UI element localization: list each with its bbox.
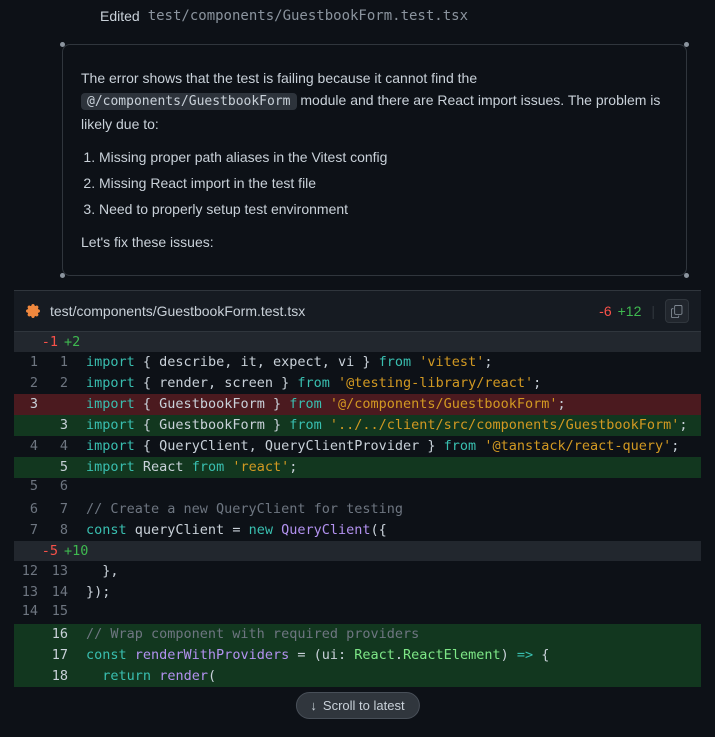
list-item: Missing proper path aliases in the Vites…: [99, 146, 668, 168]
edited-file-path: test/components/GuestbookForm.test.tsx: [148, 8, 468, 24]
diff-line-added: 16// Wrap component with required provid…: [14, 624, 701, 645]
inline-code: @/components/GuestbookForm: [81, 93, 297, 110]
copy-button[interactable]: [665, 299, 689, 323]
diff-line: 67// Create a new QueryClient for testin…: [14, 499, 701, 520]
diff-line: 22import { render, screen } from '@testi…: [14, 373, 701, 394]
divider: |: [651, 303, 655, 319]
diff-line: 56: [14, 478, 701, 499]
analysis-message: The error shows that the test is failing…: [62, 44, 687, 276]
list-item: Need to properly setup test environment: [99, 198, 668, 220]
diff-line-added: 3import { GuestbookForm } from '../../cl…: [14, 415, 701, 436]
diff-line: 44import { QueryClient, QueryClientProvi…: [14, 436, 701, 457]
hunk-header: -5 +10: [14, 541, 701, 561]
edited-label: Edited: [100, 8, 140, 24]
gear-icon: [26, 304, 40, 318]
edited-banner: Edited test/components/GuestbookForm.tes…: [100, 0, 715, 36]
diff-line: 78const queryClient = new QueryClient({: [14, 520, 701, 541]
diff-body: -1 +2 11import { describe, it, expect, v…: [14, 332, 701, 687]
arrow-down-icon: ↓: [310, 698, 317, 713]
diff-line: 11import { describe, it, expect, vi } fr…: [14, 352, 701, 373]
analysis-outro: Let's fix these issues:: [81, 231, 668, 253]
deletions-count: -6: [599, 303, 611, 319]
hunk-header: -1 +2: [14, 332, 701, 352]
diff-line: 1314});: [14, 582, 701, 603]
diff-line: 1213 },: [14, 561, 701, 582]
scroll-label: Scroll to latest: [323, 698, 405, 713]
copy-icon: [671, 305, 684, 318]
diff-line-deleted: 3import { GuestbookForm } from '@/compon…: [14, 394, 701, 415]
diff-line-added: 18 return render(: [14, 666, 701, 687]
analysis-intro: The error shows that the test is failing…: [81, 67, 668, 136]
diff-file-path: test/components/GuestbookForm.test.tsx: [50, 303, 599, 319]
diff-line: 1415: [14, 603, 701, 624]
diff-line-added: 17const renderWithProviders = (ui: React…: [14, 645, 701, 666]
scroll-to-latest-button[interactable]: ↓ Scroll to latest: [295, 692, 419, 719]
diff-line-added: 5import React from 'react';: [14, 457, 701, 478]
analysis-list: Missing proper path aliases in the Vites…: [81, 146, 668, 221]
list-item: Missing React import in the test file: [99, 172, 668, 194]
additions-count: +12: [618, 303, 642, 319]
diff-file-header: test/components/GuestbookForm.test.tsx -…: [14, 290, 701, 332]
